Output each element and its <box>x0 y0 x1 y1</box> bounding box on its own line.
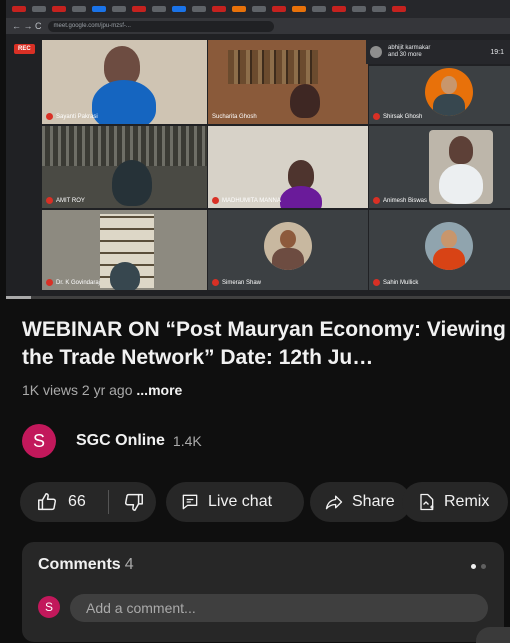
comments-title: Comments <box>38 556 121 573</box>
view-count: 1K views <box>22 382 79 398</box>
participant-tile: Simeran Shaw <box>208 210 368 290</box>
participant-name: MADHUMITA MANNA <box>222 197 281 204</box>
subscriber-count: 1.4K <box>172 433 202 449</box>
meeting-people-summary: abhijit karmakar and 30 more 19:1 <box>366 40 510 64</box>
live-chat-button[interactable]: Live chat <box>166 482 304 522</box>
live-chat-label: Live chat <box>208 493 273 510</box>
upload-age: 2 yr ago <box>81 382 133 398</box>
progress-played <box>6 296 32 299</box>
action-bar: 66 Live chat Share Remix <box>20 482 510 522</box>
chat-icon <box>180 492 200 512</box>
video-meta[interactable]: 1K views 2 yr ago ...more <box>22 382 182 398</box>
comments-header: Comments 4 <box>38 556 134 574</box>
participant-name: Animesh Biswas <box>383 197 428 204</box>
remix-button[interactable]: Remix <box>402 482 508 522</box>
browser-tab-strip <box>6 0 510 18</box>
participant-tile: MADHUMITA MANNA <box>208 126 368 208</box>
meeting-clock: 19:1 <box>490 48 504 56</box>
participant-tile: Sayanti Pakrasi <box>42 40 207 124</box>
channel-row[interactable]: S SGC Online 1.4K <box>22 424 202 458</box>
participant-name: Shirsak Ghosh <box>383 113 423 120</box>
carousel-dots <box>471 564 486 569</box>
comments-count: 4 <box>124 556 134 573</box>
more-link[interactable]: ...more <box>136 382 182 398</box>
video-progress-bar[interactable] <box>6 296 510 299</box>
avatar: S <box>38 596 60 618</box>
remix-icon <box>416 492 436 512</box>
participant-tile: Sucharita Ghosh <box>208 40 368 124</box>
comment-input[interactable]: Add a comment... <box>70 594 488 622</box>
video-player[interactable]: ← → C meet.google.com/jpu-mzsf-... REC S… <box>6 0 510 296</box>
participant-name: AMIT ROY <box>56 197 85 204</box>
remix-label: Remix <box>444 493 490 510</box>
participant-tile: Animesh Biswas <box>369 126 510 208</box>
participant-tile: Sahin Mullick <box>369 210 510 290</box>
video-title: WEBINAR ON “Post Mauryan Economy: Viewin… <box>22 318 506 369</box>
share-label: Share <box>352 493 395 510</box>
thumbs-up-icon <box>36 491 58 513</box>
like-button[interactable]: 66 <box>20 491 108 513</box>
floating-corner-button[interactable] <box>476 627 510 643</box>
meeting-url: meet.google.com/jpu-mzsf-... <box>47 20 274 32</box>
channel-avatar[interactable]: S <box>22 424 56 458</box>
avatar <box>370 46 382 58</box>
participant-tile: Dr. K Govindaraj <box>42 210 207 290</box>
participant-name: Dr. K Govindaraj <box>56 279 101 286</box>
dislike-button[interactable] <box>109 491 145 513</box>
participant-name: Simeran Shaw <box>222 279 262 286</box>
thumbs-down-icon <box>123 491 145 513</box>
recording-badge: REC <box>14 44 35 54</box>
share-icon <box>324 492 344 512</box>
participant-name: Sucharita Ghosh <box>212 114 257 120</box>
browser-address-bar: ← → C meet.google.com/jpu-mzsf-... <box>6 18 510 34</box>
share-button[interactable]: Share <box>310 482 411 522</box>
participant-tile: AMIT ROY <box>42 126 207 208</box>
like-count: 66 <box>68 493 86 510</box>
participant-tile: Shirsak Ghosh <box>369 66 510 124</box>
participant-name: Sayanti Pakrasi <box>56 113 98 120</box>
comments-panel[interactable]: Comments 4 S Add a comment... <box>22 542 504 642</box>
channel-name[interactable]: SGC Online <box>76 432 165 450</box>
participant-name: Sahin Mullick <box>383 279 419 286</box>
like-dislike-group: 66 <box>20 482 156 522</box>
